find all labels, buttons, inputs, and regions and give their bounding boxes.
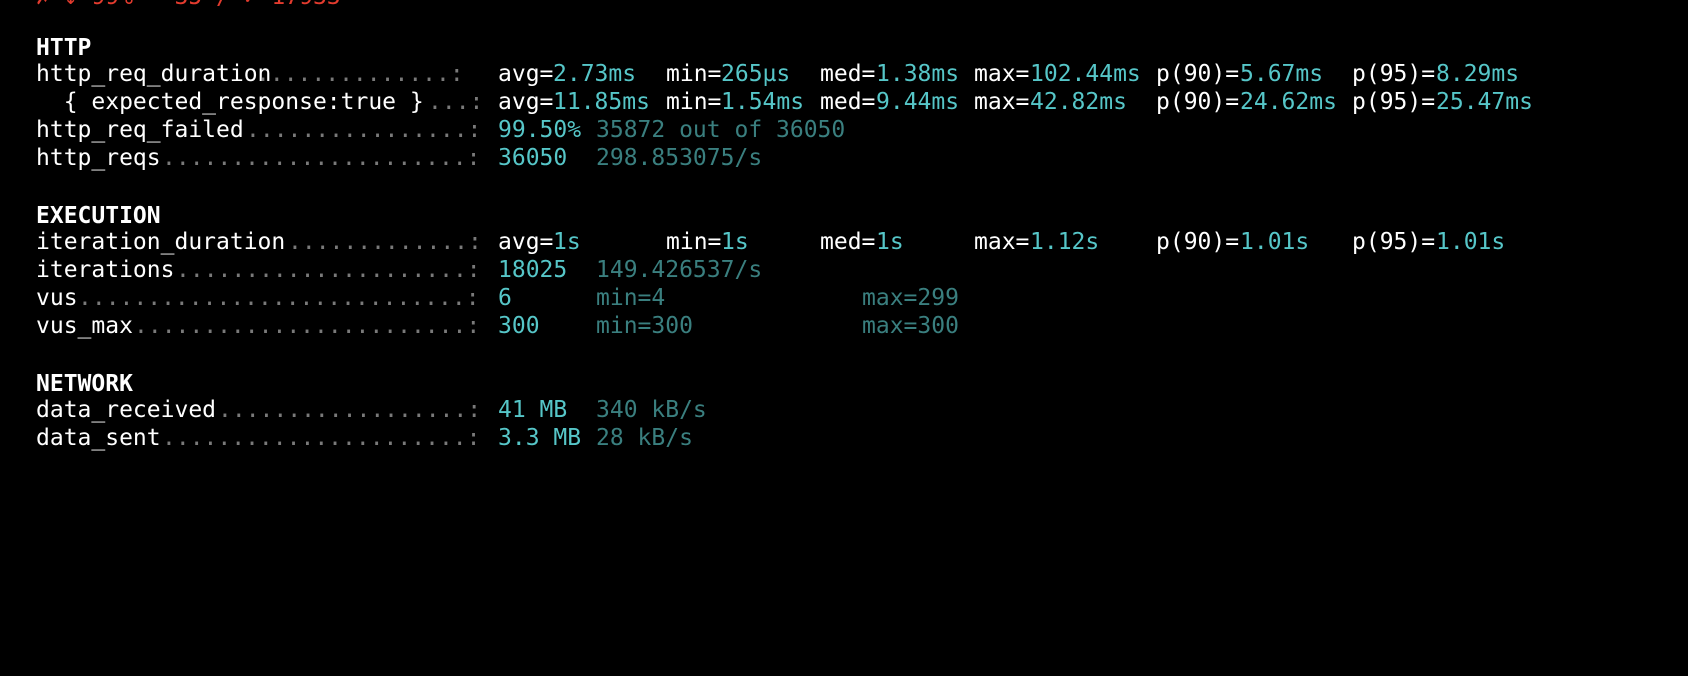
metric-max: max=299	[862, 285, 959, 311]
med-label: med=	[820, 89, 876, 115]
med-value: 1s	[876, 229, 904, 255]
metric-rate: 340 kB/s	[596, 397, 707, 423]
metric-dots: ................:	[246, 117, 482, 143]
metric-value: 18025	[498, 257, 568, 283]
p90-label: p(90)=	[1156, 229, 1240, 255]
p90-value: 24.62ms	[1240, 89, 1337, 115]
metric-detail: 35872 out of 36050	[596, 117, 846, 143]
metric-name: vus_max	[36, 313, 133, 339]
p95-value: 25.47ms	[1436, 89, 1533, 115]
med-label: med=	[820, 229, 876, 255]
metric-value: 300	[498, 313, 540, 339]
metric-row-http-req-failed: http_req_failed ................: 99.50%…	[0, 116, 1688, 144]
metric-name: http_reqs	[36, 145, 161, 171]
section-heading-network: NETWORK	[36, 371, 133, 397]
metric-dots: ............................:	[78, 285, 480, 311]
metric-rate: 298.853075/s	[596, 145, 763, 171]
metric-dots: .............:	[288, 229, 482, 255]
avg-label: avg=	[498, 89, 554, 115]
min-value: 1s	[721, 229, 749, 255]
metric-value: 6	[498, 285, 512, 311]
max-value: 42.82ms	[1030, 89, 1127, 115]
metric-dots: .....................:	[176, 257, 481, 283]
metric-dots: ......................:	[162, 425, 481, 451]
max-value: 102.44ms	[1030, 61, 1141, 87]
metric-name: http_req_duration	[36, 61, 272, 87]
med-value: 1.38ms	[876, 61, 960, 87]
metric-value: 99.50%	[498, 117, 582, 143]
metric-name: iteration_duration	[36, 229, 286, 255]
med-label: med=	[820, 61, 876, 87]
metric-name: http_req_failed	[36, 117, 244, 143]
metric-name: vus	[36, 285, 78, 311]
metric-name: { expected_response:true }	[36, 89, 424, 115]
max-label: max=	[974, 61, 1030, 87]
metric-rate: 149.426537/s	[596, 257, 763, 283]
p90-value: 5.67ms	[1240, 61, 1324, 87]
metric-dots: ........................:	[134, 313, 481, 339]
min-label: min=	[666, 89, 722, 115]
avg-value: 1s	[553, 229, 581, 255]
metric-value: 3.3 MB	[498, 425, 582, 451]
p95-label: p(95)=	[1352, 229, 1436, 255]
terminal-output: ✗ ↓ 99% — 35 / ✓ 17933 HTTP http_req_dur…	[0, 0, 1688, 504]
avg-label: avg=	[498, 229, 554, 255]
p95-value: 1.01s	[1436, 229, 1506, 255]
avg-value: 11.85ms	[553, 89, 650, 115]
avg-value: 2.73ms	[553, 61, 637, 87]
metric-row-expected-response: { expected_response:true } ...: avg= 11.…	[0, 88, 1688, 116]
metric-name: iterations	[36, 257, 175, 283]
section-heading-execution: EXECUTION	[36, 203, 161, 229]
metric-max: max=300	[862, 313, 959, 339]
clipped-status-line: ✗ ↓ 99% — 35 / ✓ 17933	[36, 0, 341, 9]
min-label: min=	[666, 61, 722, 87]
metric-row-iteration-duration: iteration_duration .............: avg= 1…	[0, 228, 1688, 256]
metric-dots: ......................:	[162, 145, 481, 171]
max-value: 1.12s	[1030, 229, 1100, 255]
metric-row-iterations: iterations .....................: 18025 …	[0, 256, 1688, 284]
metric-dots: ...:	[428, 89, 484, 115]
p90-label: p(90)=	[1156, 61, 1240, 87]
metric-row-http-reqs: http_reqs ......................: 36050 …	[0, 144, 1688, 172]
min-value: 1.54ms	[721, 89, 805, 115]
metric-min: min=300	[596, 313, 693, 339]
metric-row-vus: vus ............................: 6 min=…	[0, 284, 1688, 312]
metric-row-vus-max: vus_max ........................: 300 mi…	[0, 312, 1688, 340]
metric-value: 41 MB	[498, 397, 568, 423]
p90-value: 1.01s	[1240, 229, 1310, 255]
p95-label: p(95)=	[1352, 61, 1436, 87]
med-value: 9.44ms	[876, 89, 960, 115]
p90-label: p(90)=	[1156, 89, 1240, 115]
max-label: max=	[974, 229, 1030, 255]
metric-dots: ..................:	[218, 397, 482, 423]
metric-row-data-sent: data_sent ......................: 3.3 MB…	[0, 424, 1688, 452]
section-heading-http: HTTP	[36, 35, 92, 61]
metric-rate: 28 kB/s	[596, 425, 693, 451]
metric-value: 36050	[498, 145, 568, 171]
metric-name: data_received	[36, 397, 217, 423]
metric-min: min=4	[596, 285, 666, 311]
p95-label: p(95)=	[1352, 89, 1436, 115]
min-value: 265µs	[721, 61, 791, 87]
metric-name: data_sent	[36, 425, 161, 451]
metric-dots: ..............:	[256, 61, 464, 87]
max-label: max=	[974, 89, 1030, 115]
metric-row-http-req-duration: http_req_duration ..............: avg= 2…	[0, 60, 1688, 88]
p95-value: 8.29ms	[1436, 61, 1520, 87]
metric-row-data-received: data_received ..................: 41 MB …	[0, 396, 1688, 424]
min-label: min=	[666, 229, 722, 255]
avg-label: avg=	[498, 61, 554, 87]
